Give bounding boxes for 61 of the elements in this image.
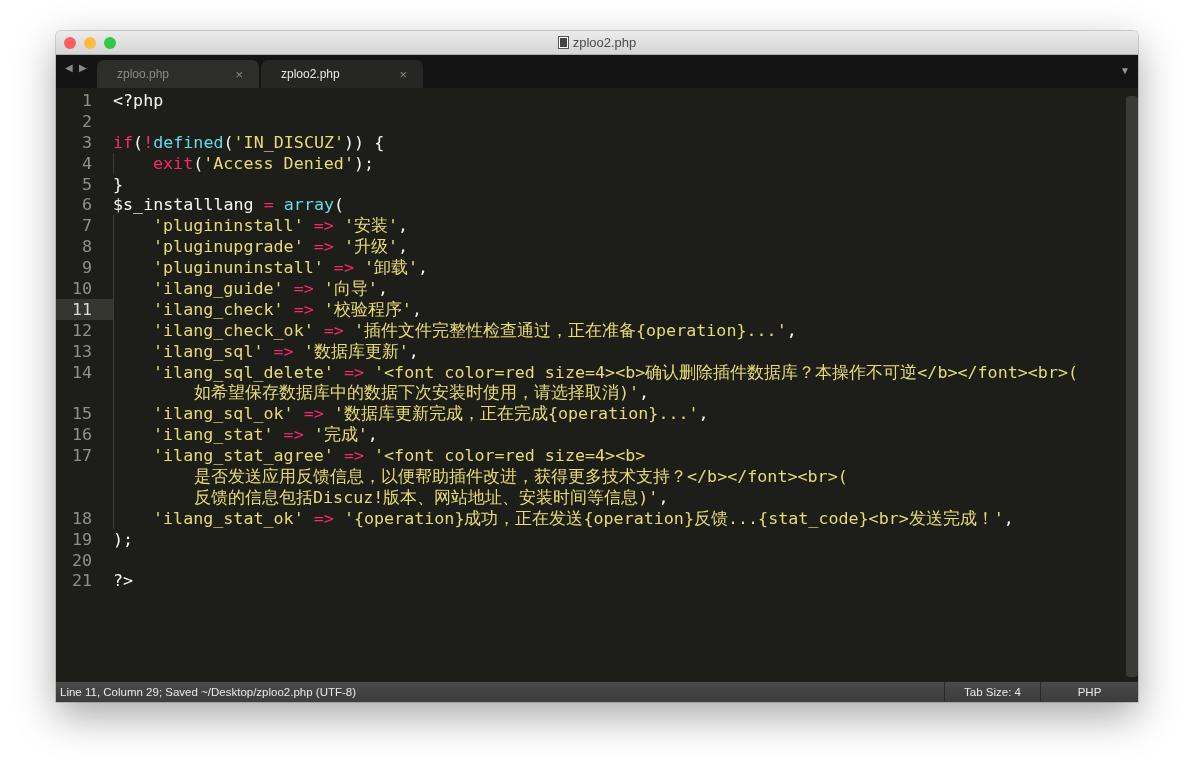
line-number: 19 bbox=[71, 528, 93, 550]
close-tab-button[interactable]: × bbox=[399, 66, 407, 82]
line-number: 10 bbox=[71, 278, 93, 299]
tab-label: zploo2.php bbox=[281, 67, 340, 81]
code-line: 'ilang_stat_ok' => '{operation}成功，正在发送{operation}反馈...{stat_code}<br>发送完成！', bbox=[152, 507, 1014, 529]
code-line: if(!defined('IN_DISCUZ')) { bbox=[113, 131, 385, 153]
tab-size-button[interactable]: Tab Size: 4 bbox=[944, 682, 1040, 702]
code-line: 'ilang_sql' => '数据库更新', bbox=[152, 340, 419, 362]
line-number: 4 bbox=[81, 152, 93, 174]
forward-button[interactable]: ▶ bbox=[79, 61, 87, 73]
code-line: ); bbox=[113, 528, 134, 550]
code-line: 反馈的信息包括Discuz!版本、网站地址、安装时间等信息)', bbox=[193, 486, 669, 508]
code-line: 'ilang_guide' => '向导', bbox=[152, 278, 388, 299]
code-line: 'ilang_stat_agree' => '<font color=red size=4><b> bbox=[152, 445, 646, 467]
line-number: 20 bbox=[71, 549, 93, 571]
code-line: 'pluginupgrade' => '升级', bbox=[152, 236, 409, 258]
syntax-button[interactable]: PHP bbox=[1040, 682, 1138, 702]
line-number: 11 bbox=[56, 298, 113, 320]
status-text: Line 11, Column 29; Saved ~/Desktop/zploo2.php (UTF-8) bbox=[59, 686, 358, 698]
code-line: } bbox=[113, 173, 124, 195]
code-line: 'pluginuninstall' => '卸载', bbox=[152, 257, 429, 278]
line-number: 21 bbox=[71, 570, 93, 592]
scrollbar[interactable] bbox=[1126, 96, 1138, 677]
window-title: zploo2.php bbox=[572, 35, 637, 50]
zoom-window-button[interactable] bbox=[104, 36, 116, 49]
line-number: 15 bbox=[71, 403, 93, 425]
tab-label: zploo.php bbox=[117, 67, 170, 81]
line-number: 2 bbox=[81, 110, 93, 132]
code-line: ?> bbox=[113, 570, 134, 592]
code-line: 如希望保存数据库中的数据下次安装时使用，请选择取消)', bbox=[193, 382, 650, 404]
code-line: $s_installlang = array( bbox=[113, 194, 345, 216]
line-number: 8 bbox=[81, 236, 93, 258]
minimize-window-button[interactable] bbox=[84, 36, 96, 49]
code-line: <?php bbox=[113, 90, 164, 111]
line-number: 5 bbox=[81, 173, 93, 195]
line-number: 16 bbox=[71, 424, 93, 446]
line-number: 17 bbox=[71, 445, 93, 467]
file-tab[interactable]: zploo.php × bbox=[97, 60, 259, 88]
line-number: 7 bbox=[81, 215, 93, 237]
document-icon bbox=[557, 36, 569, 49]
line-number: 6 bbox=[81, 194, 93, 216]
back-button[interactable]: ◀ bbox=[65, 61, 73, 73]
line-number: 18 bbox=[71, 507, 93, 529]
line-number: 14 bbox=[71, 361, 93, 383]
code-line: 'ilang_check_ok' => '插件文件完整性检查通过，正在准备{operation}...', bbox=[152, 319, 797, 341]
code-line: 'ilang_stat' => '完成', bbox=[152, 424, 378, 446]
line-number: 9 bbox=[81, 257, 93, 278]
close-window-button[interactable] bbox=[64, 36, 76, 49]
file-tab[interactable]: zploo2.php × bbox=[261, 60, 423, 88]
code-line: 'ilang_sql_delete' => '<font color=red size=4><b>确认删除插件数据库？本操作不可逆</b></font><br>( bbox=[152, 361, 1079, 383]
code-line: 'ilang_sql_ok' => '数据库更新完成，正在完成{operation}...', bbox=[152, 403, 709, 425]
tab-menu-button[interactable]: ▼ bbox=[1120, 65, 1130, 76]
line-number: 13 bbox=[71, 340, 93, 362]
close-tab-button[interactable]: × bbox=[235, 66, 243, 82]
code-line: 是否发送应用反馈信息，以便帮助插件改进，获得更多技术支持？</b></font><br>( bbox=[193, 466, 848, 487]
line-number: 3 bbox=[81, 131, 93, 153]
code-line: exit('Access Denied'); bbox=[152, 152, 375, 174]
code-line: 'ilang_check' => '校验程序', bbox=[152, 298, 422, 320]
line-number: 12 bbox=[71, 319, 93, 341]
code-line: 'plugininstall' => '安装', bbox=[152, 215, 409, 237]
line-number: 1 bbox=[81, 90, 93, 111]
